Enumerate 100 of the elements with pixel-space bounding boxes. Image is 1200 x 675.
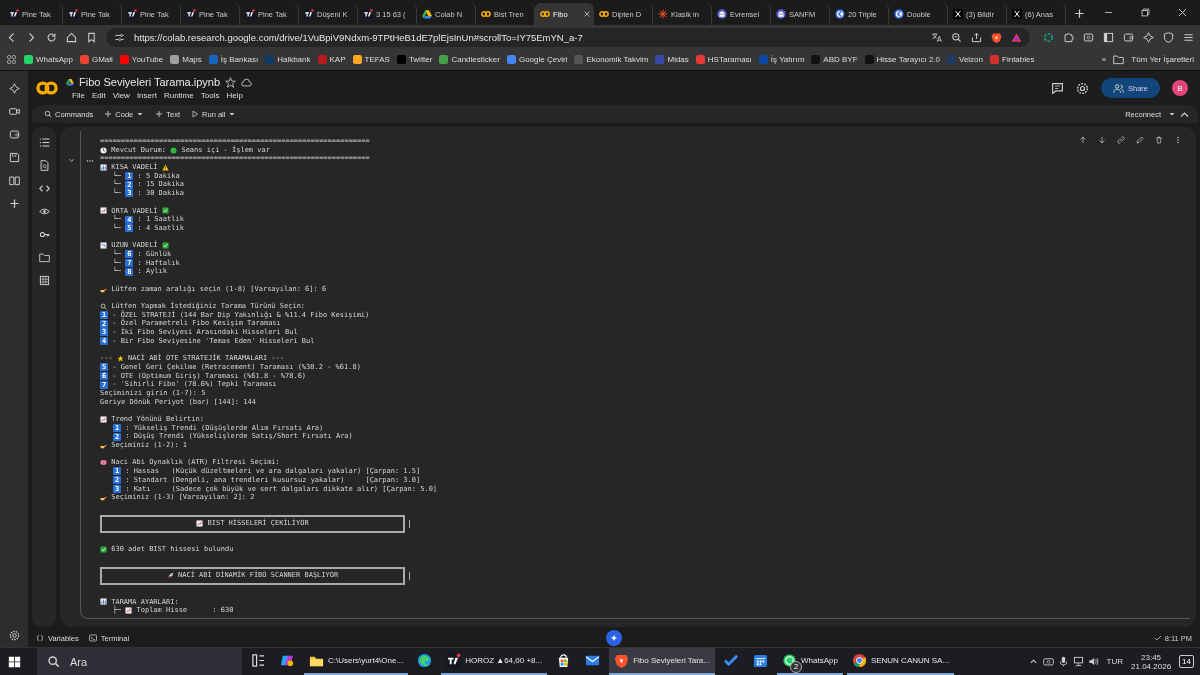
menu-item[interactable]: Edit: [91, 91, 106, 100]
bookmark-link[interactable]: TEFAS: [364, 55, 390, 64]
taskbar-app[interactable]: Fibo Seviyeleri Tara...: [609, 648, 715, 675]
sparkle-icon[interactable]: [8, 83, 20, 94]
trend-down-icon: [100, 242, 107, 250]
key-icon[interactable]: [38, 229, 50, 240]
bookmark-link[interactable]: YouTube: [131, 55, 164, 64]
menu-item[interactable]: Tools: [200, 91, 220, 100]
apps-icon[interactable]: [6, 54, 17, 65]
bookmark-link[interactable]: Midas: [667, 55, 689, 64]
caret-icon[interactable]: [1168, 110, 1176, 118]
bookmark-link[interactable]: Halkbank: [277, 55, 311, 64]
menu-item[interactable]: File: [72, 91, 85, 100]
wallet-icon[interactable]: [8, 129, 20, 140]
save-icon[interactable]: [8, 152, 20, 163]
bookmark-link[interactable]: Fintables: [1002, 55, 1035, 64]
folder-icon[interactable]: [38, 252, 50, 263]
menu-item[interactable]: View: [112, 91, 130, 100]
move-up-icon[interactable]: [1079, 136, 1087, 144]
address-bar[interactable]: https://colab.research.google.com/drive/1VuBpiV9Ndxm-9TPtHeB1dE7plEjsInUn#scrollTo=IY75EmYN_a-7: [106, 27, 1030, 47]
menu-icon[interactable]: [1183, 31, 1194, 43]
bookmark-link[interactable]: Hisse Tarayıcı 2.0: [876, 55, 940, 64]
sparkle-icon: [610, 634, 618, 642]
taskbar-app[interactable]: C:\Users\yurt4\One...: [304, 648, 409, 675]
book-icon[interactable]: [8, 175, 20, 186]
notification-count[interactable]: 14: [1179, 655, 1194, 668]
bookmark-link[interactable]: Maps: [182, 55, 202, 64]
eye-icon[interactable]: [38, 206, 50, 217]
language-indicator[interactable]: TUR: [1106, 657, 1124, 666]
bookmark-link[interactable]: İş Yatırım: [770, 55, 805, 64]
windows-logo-icon[interactable]: [8, 655, 21, 668]
settings-icon[interactable]: [1076, 81, 1089, 95]
output-menu-icon[interactable]: [86, 157, 94, 165]
bookmark-link[interactable]: Velzon: [959, 55, 984, 64]
bookmark-link[interactable]: KAP: [329, 55, 346, 64]
video-icon[interactable]: [8, 106, 20, 117]
settings-icon[interactable]: [8, 630, 20, 641]
code-icon[interactable]: [38, 183, 50, 194]
search-field[interactable]: Ara: [37, 648, 242, 675]
site-settings-icon[interactable]: [114, 31, 125, 43]
task-view-icon: [251, 653, 266, 668]
bookmark-link[interactable]: Candlesticker: [451, 55, 500, 64]
reload-icon[interactable]: [46, 31, 57, 43]
taskbar-app[interactable]: HOROZ ▲64,00 +8...: [441, 648, 548, 675]
notebook-title[interactable]: Fibo Seviyeleri Tarama.ipynb: [79, 76, 221, 88]
triangle-icon[interactable]: [1011, 31, 1022, 43]
microphone-icon[interactable]: [1057, 656, 1069, 667]
close-icon[interactable]: [1177, 7, 1188, 18]
more-icon[interactable]: [1174, 136, 1182, 144]
tradingview-icon: [68, 9, 78, 19]
close-tab-icon[interactable]: [583, 10, 591, 18]
move-down-icon[interactable]: [1098, 136, 1106, 144]
translate-icon[interactable]: [931, 31, 942, 43]
bookmark-link[interactable]: WhatsApp: [36, 55, 73, 64]
sidebar-icon[interactable]: [1103, 31, 1114, 43]
arrow-circle-icon: [835, 9, 845, 19]
share-icon[interactable]: [971, 31, 982, 43]
bookmark-link[interactable]: Twitter: [408, 55, 433, 64]
bookmark-icon[interactable]: [86, 31, 97, 43]
menu-item[interactable]: Runtime: [163, 91, 194, 100]
all-bookmarks-link[interactable]: Tüm Yer İşaretleri: [1131, 55, 1194, 64]
comment-icon[interactable]: [1051, 81, 1064, 95]
search-icon: [47, 655, 60, 668]
screenshot-icon[interactable]: [1083, 31, 1094, 43]
network-icon[interactable]: [1072, 656, 1084, 667]
list-icon[interactable]: [38, 137, 50, 148]
account-avatar[interactable]: B: [1172, 80, 1188, 96]
bookmark-link[interactable]: GMail: [91, 55, 113, 64]
new-tab-icon[interactable]: [1074, 8, 1085, 19]
camera-icon[interactable]: [1042, 656, 1054, 667]
back-icon[interactable]: [6, 31, 17, 43]
bookmark-link[interactable]: İş Bankası: [220, 55, 259, 64]
table-icon[interactable]: [38, 275, 50, 286]
sparkle-icon[interactable]: [1143, 31, 1154, 43]
menu-item[interactable]: Help: [226, 91, 243, 100]
edit-icon[interactable]: [1136, 136, 1144, 144]
forward-icon[interactable]: [26, 31, 37, 43]
restore-icon[interactable]: [1140, 7, 1151, 18]
tradingview-icon: [186, 9, 196, 19]
chevron-icon[interactable]: [68, 157, 75, 164]
bookmark-link[interactable]: HSTaraması: [707, 55, 752, 64]
zoom-icon[interactable]: [951, 31, 962, 43]
wallet-icon[interactable]: [1123, 31, 1134, 43]
bookmark-link[interactable]: Ekonomik Takvim: [586, 55, 649, 64]
gemini-button[interactable]: [606, 630, 622, 646]
shield-icon[interactable]: [1163, 31, 1174, 43]
link-icon[interactable]: [1117, 136, 1125, 144]
taskbar-app[interactable]: SENUN CANUN SA...: [846, 648, 955, 675]
bookmark-link[interactable]: ABD BYF: [823, 55, 858, 64]
bookmark-link[interactable]: Google Çeviri: [518, 55, 568, 64]
home-icon[interactable]: [66, 31, 77, 43]
find-icon[interactable]: [38, 160, 50, 171]
menu-item[interactable]: Insert: [136, 91, 157, 100]
add-panel-icon[interactable]: [8, 198, 20, 209]
delete-icon[interactable]: [1155, 136, 1163, 144]
box-edge: [409, 519, 410, 528]
more-bookmarks-button[interactable]: »: [1101, 55, 1107, 64]
volume-icon[interactable]: [1087, 656, 1099, 667]
tradingview-icon: [9, 9, 19, 19]
star-outline-icon[interactable]: [225, 76, 237, 88]
